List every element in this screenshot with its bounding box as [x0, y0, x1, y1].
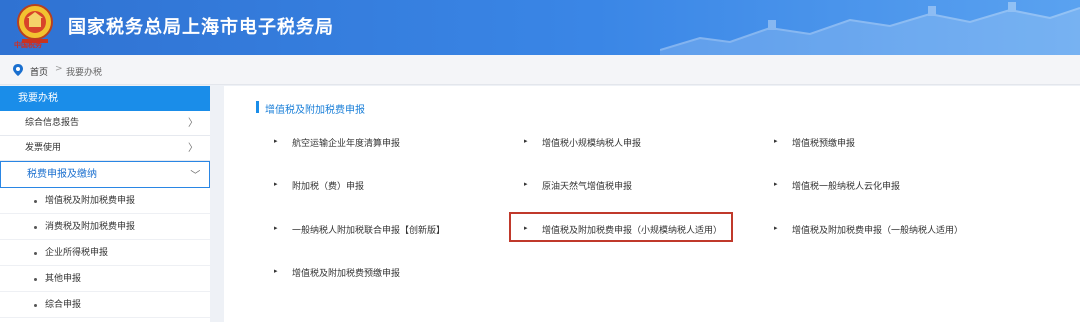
arrow-bullet-icon: ▸ — [274, 267, 278, 275]
sidebar-subitem-other[interactable]: 其他申报 — [0, 266, 210, 292]
section-title: 增值税及附加税费申报 — [256, 101, 365, 116]
service-link-label: 增值税预缴申报 — [792, 139, 856, 149]
arrow-bullet-icon: ▸ — [524, 137, 528, 145]
chevron-right-icon: 〉 — [188, 143, 198, 154]
service-link-vat-general-combined[interactable]: ▸ 增值税及附加税费申报（一般纳税人适用） — [774, 223, 964, 236]
arrow-bullet-icon: ▸ — [274, 180, 278, 188]
section-title-bar — [256, 101, 259, 113]
arrow-bullet-icon: ▸ — [774, 180, 778, 188]
sidebar-item-invoice[interactable]: 发票使用 〉 — [0, 136, 210, 161]
breadcrumb-separator: > — [55, 64, 63, 74]
bullet-icon — [34, 278, 37, 281]
sidebar-subitem-label: 消费税及附加税费申报 — [45, 222, 136, 232]
arrow-bullet-icon: ▸ — [274, 224, 278, 232]
breadcrumb-current: 我要办税 — [66, 68, 103, 78]
sidebar: 我要办税 综合信息报告 〉 发票使用 〉 税费申报及缴纳 〉 增值税及附加税费申… — [0, 86, 210, 322]
service-link-joint-surcharge-innovation[interactable]: ▸ 一般纳税人附加税联合申报【创新版】 — [274, 223, 446, 236]
service-link-label: 附加税（费）申报 — [292, 182, 365, 192]
service-link-aviation-settlement[interactable]: ▸ 航空运输企业年度清算申报 — [274, 136, 401, 149]
sidebar-heading[interactable]: 我要办税 — [0, 86, 210, 111]
bullet-icon — [34, 252, 37, 255]
sidebar-subitem-label: 企业所得税申报 — [45, 248, 109, 258]
great-wall-decoration — [660, 2, 1080, 55]
section-title-text: 增值税及附加税费申报 — [265, 105, 365, 116]
sidebar-item-label: 发票使用 — [25, 143, 62, 153]
sidebar-subitem-label: 增值税及附加税费申报 — [45, 196, 136, 206]
sidebar-subitem-comprehensive[interactable]: 综合申报 — [0, 292, 210, 318]
service-link-label: 增值税及附加税费申报（小规模纳税人适用） — [542, 226, 723, 236]
service-link-vat-surcharge-prepayment[interactable]: ▸ 增值税及附加税费预缴申报 — [274, 266, 401, 279]
sidebar-subitem-label: 综合申报 — [45, 300, 82, 310]
service-link-label: 航空运输企业年度清算申报 — [292, 139, 401, 149]
arrow-bullet-icon: ▸ — [774, 224, 778, 232]
site-header: 中国税务 国家税务总局上海市电子税务局 — [0, 0, 1080, 55]
location-pin-icon — [13, 64, 23, 76]
sidebar-item-label: 税费申报及缴纳 — [27, 169, 97, 180]
service-link-small-scale-vat[interactable]: ▸ 增值税小规模纳税人申报 — [524, 136, 642, 149]
sidebar-subitem-consumption-tax[interactable]: 消费税及附加税费申报 — [0, 214, 210, 240]
sidebar-subitem-vat[interactable]: 增值税及附加税费申报 — [0, 188, 210, 214]
arrow-bullet-icon: ▸ — [524, 180, 528, 188]
arrow-bullet-icon: ▸ — [774, 137, 778, 145]
service-link-label: 增值税及附加税费申报（一般纳税人适用） — [792, 226, 964, 236]
service-link-general-taxpayer-cloud[interactable]: ▸ 增值税一般纳税人云化申报 — [774, 179, 901, 192]
sidebar-subitem-label: 其他申报 — [45, 274, 82, 284]
chevron-right-icon: 〉 — [188, 118, 198, 129]
service-link-label: 增值税及附加税费预缴申报 — [292, 269, 401, 279]
service-link-oil-gas-vat[interactable]: ▸ 原油天然气增值税申报 — [524, 179, 633, 192]
breadcrumb: 首页 > 我要办税 — [0, 55, 1080, 85]
bullet-icon — [34, 200, 37, 203]
service-link-vat-prepayment[interactable]: ▸ 增值税预缴申报 — [774, 136, 856, 149]
arrow-bullet-icon: ▸ — [274, 137, 278, 145]
sidebar-item-tax-filing[interactable]: 税费申报及缴纳 〉 — [0, 161, 210, 188]
bullet-icon — [34, 226, 37, 229]
emblem-caption: 中国税务 — [14, 41, 42, 49]
service-link-vat-small-scale-combined[interactable]: ▸ 增值税及附加税费申报（小规模纳税人适用） — [524, 223, 723, 236]
service-link-label: 增值税一般纳税人云化申报 — [792, 182, 901, 192]
sidebar-item-label: 综合信息报告 — [25, 118, 80, 128]
service-link-label: 原油天然气增值税申报 — [542, 182, 633, 192]
service-link-surcharge[interactable]: ▸ 附加税（费）申报 — [274, 179, 365, 192]
sidebar-item-info-report[interactable]: 综合信息报告 〉 — [0, 111, 210, 136]
service-link-label: 增值税小规模纳税人申报 — [542, 139, 642, 149]
arrow-bullet-icon: ▸ — [524, 224, 528, 232]
main-panel: 增值税及附加税费申报 ▸ 航空运输企业年度清算申报 ▸ 增值税小规模纳税人申报 … — [224, 86, 1080, 322]
bullet-icon — [34, 304, 37, 307]
site-title: 国家税务总局上海市电子税务局 — [68, 17, 334, 38]
sidebar-subitem-corporate-tax[interactable]: 企业所得税申报 — [0, 240, 210, 266]
breadcrumb-home-link[interactable]: 首页 — [30, 65, 48, 78]
chevron-down-icon: 〉 — [188, 169, 200, 180]
service-link-label: 一般纳税人附加税联合申报【创新版】 — [292, 226, 446, 236]
